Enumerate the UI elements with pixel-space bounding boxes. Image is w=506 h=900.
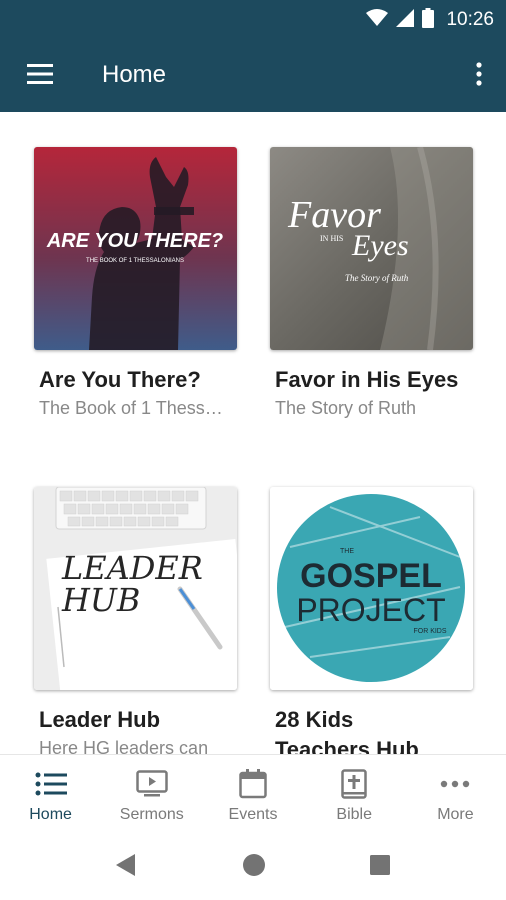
series-artwork: ARE YOU THERE? THE BOOK OF 1 THESSALONIA… <box>34 147 237 350</box>
art-caption: The Story of Ruth <box>345 273 409 283</box>
system-navigation-bar <box>0 832 506 900</box>
nav-more[interactable]: More <box>405 755 506 832</box>
home-button[interactable] <box>239 852 269 882</box>
series-card[interactable]: LEADER HUB Leader Hub Here HG leaders ca… <box>34 487 237 754</box>
nav-label: Home <box>29 806 72 823</box>
art-line-2: HUB <box>61 581 140 619</box>
nav-label: Events <box>228 806 278 823</box>
recents-button[interactable] <box>365 852 395 882</box>
home-circle-icon <box>242 853 266 882</box>
battery-icon <box>422 7 435 33</box>
art-heading: ARE YOU THERE? <box>46 230 223 252</box>
status-bar: 10:26 <box>0 0 506 40</box>
list-icon <box>35 769 67 799</box>
card-subtitle: Here HG leaders can <box>39 738 209 754</box>
series-card[interactable]: THE GOSPEL PROJECT FOR KIDS 28 Kids Teac… <box>270 487 473 754</box>
more-horizontal-icon <box>440 769 470 799</box>
back-button[interactable] <box>111 852 141 882</box>
series-artwork: LEADER HUB <box>34 487 237 690</box>
art-line-1: GOSPEL <box>300 557 442 595</box>
wifi-icon <box>366 8 389 32</box>
bottom-navigation: Home Sermons Events Bible More <box>0 754 506 832</box>
series-artwork: THE GOSPEL PROJECT FOR KIDS <box>270 487 473 690</box>
art-heading-2: Eyes <box>351 229 409 262</box>
menu-button[interactable] <box>14 54 66 98</box>
art-line-2: PROJECT <box>296 592 445 628</box>
card-title: Leader Hub <box>39 707 161 732</box>
nav-label: Bible <box>336 806 372 823</box>
overflow-menu-button[interactable] <box>466 54 492 98</box>
art-heading-small: IN HIS <box>320 234 343 243</box>
nav-events[interactable]: Events <box>202 755 303 832</box>
card-title-line-1: 28 Kids <box>275 707 354 732</box>
cell-signal-icon <box>396 8 415 32</box>
page-title: Home <box>102 61 167 88</box>
series-card[interactable]: ARE YOU THERE? THE BOOK OF 1 THESSALONIA… <box>34 147 237 420</box>
status-icons: 10:26 <box>366 7 494 33</box>
bible-icon <box>341 769 367 799</box>
nav-bible[interactable]: Bible <box>304 755 405 832</box>
content-grid: ARE YOU THERE? THE BOOK OF 1 THESSALONIA… <box>0 112 506 754</box>
hamburger-menu-icon <box>27 63 53 89</box>
card-title: Favor in His Eyes <box>275 367 459 392</box>
card-title: Are You There? <box>39 367 201 392</box>
nav-label: Sermons <box>119 806 184 823</box>
more-vertical-icon <box>476 61 482 91</box>
calendar-icon <box>239 769 267 799</box>
recents-square-icon <box>369 854 391 881</box>
app-bar: Home <box>0 40 506 112</box>
series-card[interactable]: Favor IN HIS Eyes The Story of Ruth Favo… <box>270 147 473 420</box>
art-small: THE <box>340 548 354 555</box>
status-time: 10:26 <box>446 9 494 30</box>
tv-play-icon <box>136 769 168 799</box>
card-title-line-2: Teachers Hub <box>275 737 419 754</box>
nav-sermons[interactable]: Sermons <box>101 755 202 832</box>
art-tag: FOR KIDS <box>413 628 446 635</box>
back-triangle-icon <box>115 853 137 882</box>
card-subtitle: The Story of Ruth <box>275 398 417 418</box>
art-caption: THE BOOK OF 1 THESSALONIANS <box>86 258 184 264</box>
series-artwork: Favor IN HIS Eyes The Story of Ruth <box>270 147 473 350</box>
nav-label: More <box>437 806 474 823</box>
nav-home[interactable]: Home <box>0 755 101 832</box>
card-subtitle: The Book of 1 Thess… <box>39 398 223 418</box>
